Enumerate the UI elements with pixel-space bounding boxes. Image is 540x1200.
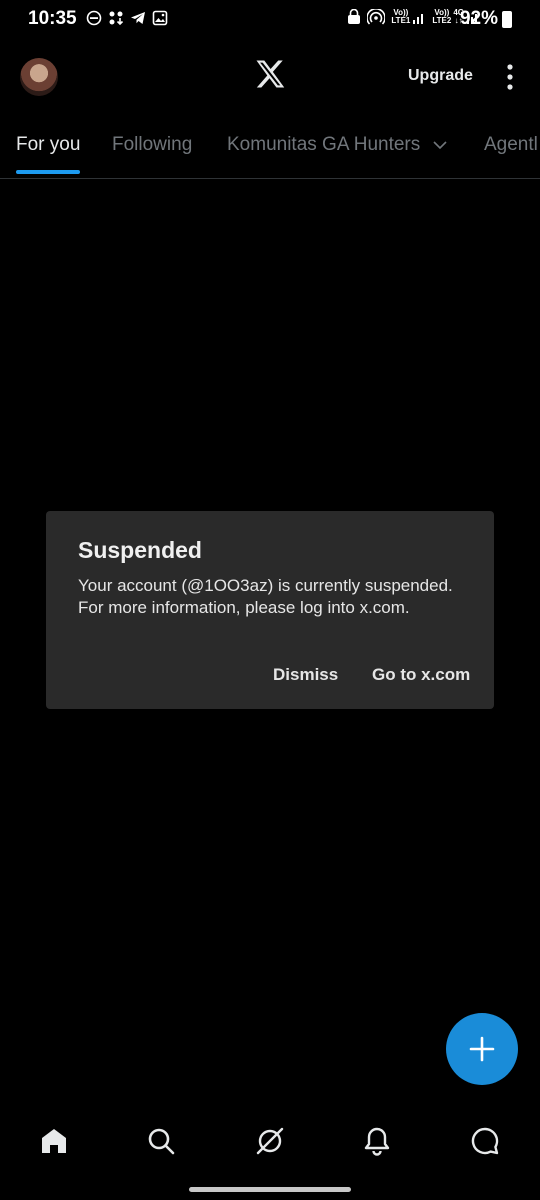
gesture-home-bar (189, 1187, 351, 1192)
grok-icon[interactable] (255, 1126, 285, 1156)
hotspot-icon (367, 9, 386, 25)
upgrade-button[interactable]: Upgrade (408, 67, 473, 85)
x-logo-icon[interactable] (252, 56, 288, 92)
telegram-icon (131, 12, 145, 24)
tab-for-you[interactable]: For you (16, 134, 80, 156)
tab-label: Komunitas GA Hunters (227, 134, 421, 155)
avatar[interactable] (20, 58, 58, 96)
top-app-bar: Upgrade (0, 48, 540, 108)
suspended-dialog: Suspended Your account (@1OO3az) is curr… (46, 511, 494, 709)
notification-icons (86, 10, 168, 26)
more-vertical-icon[interactable] (504, 62, 516, 92)
sim1-label: LTE1 (391, 16, 411, 25)
vpn-lock-icon (348, 9, 361, 24)
status-bar: 10:35 Vo)) LTE1 Vo)) LTE2 4G ↓↑ 92% (0, 0, 540, 40)
chevron-down-icon (432, 141, 447, 150)
dialog-title: Suspended (78, 537, 202, 563)
battery-icon (502, 11, 512, 28)
compose-button[interactable] (446, 1013, 518, 1085)
battery-percent: 92% (459, 8, 498, 29)
plus-icon (469, 1036, 495, 1062)
sim2-label: LTE2 (432, 16, 452, 25)
search-icon[interactable] (146, 1126, 176, 1156)
bottom-nav (0, 1110, 540, 1180)
sim1-indicator: Vo)) LTE1 (391, 9, 426, 25)
tab-following[interactable]: Following (112, 134, 192, 156)
dismiss-button[interactable]: Dismiss (273, 665, 338, 685)
go-to-x-button[interactable]: Go to x.com (372, 665, 470, 685)
tab-agent[interactable]: Agentl (484, 134, 538, 156)
status-time: 10:35 (28, 8, 77, 29)
download-icon (109, 11, 124, 26)
gallery-icon (152, 10, 168, 26)
tab-komunitas-ga-hunters[interactable]: Komunitas GA Hunters (227, 134, 448, 156)
notifications-icon[interactable] (362, 1126, 392, 1156)
messages-icon[interactable] (470, 1126, 500, 1156)
signal-icon (413, 14, 424, 24)
do-not-disturb-icon (86, 10, 102, 26)
home-icon[interactable] (39, 1126, 69, 1156)
dialog-message: Your account (@1OO3az) is currently susp… (78, 576, 453, 617)
active-tab-indicator (16, 170, 80, 174)
timeline-tabs: For you Following Komunitas GA Hunters A… (0, 126, 540, 179)
